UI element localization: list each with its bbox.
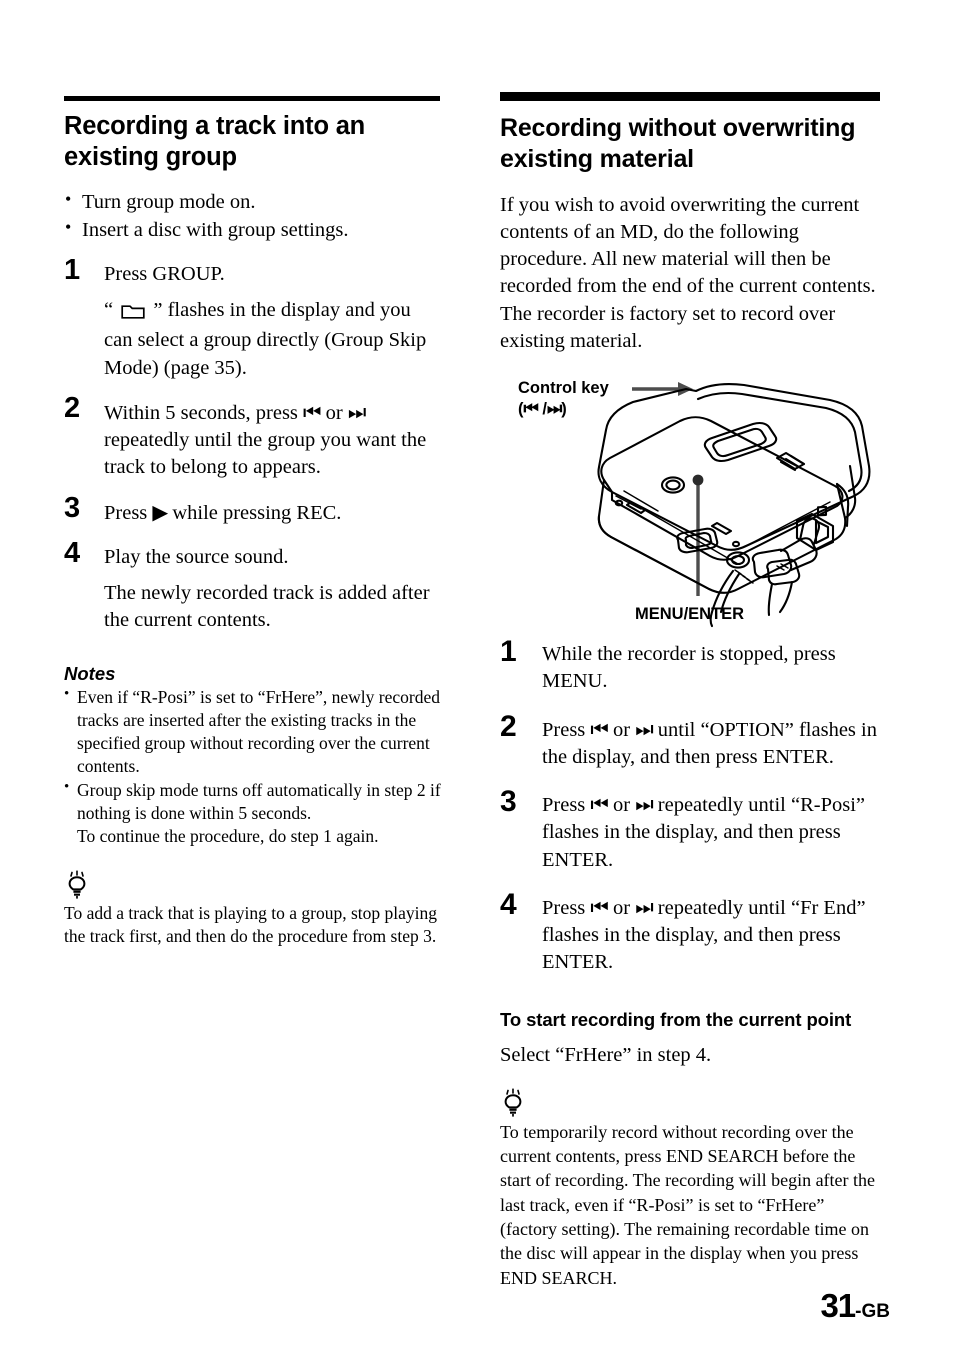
step-text-mid: or — [607, 718, 636, 741]
note-text: Group skip mode turns off automatically … — [77, 780, 441, 824]
note-text: Even if “R-Posi” is set to “FrHere”, new… — [77, 686, 441, 776]
step-1: 1 While the recorder is stopped, press M… — [500, 637, 880, 696]
next-track-icon: ⏭ — [635, 716, 653, 741]
step-text-pre: Press — [104, 501, 153, 524]
tip-text: To temporarily record without recording … — [500, 1121, 876, 1288]
step-4: 4 Play the source sound. The newly recor… — [64, 538, 442, 635]
next-track-icon: ⏭ — [635, 792, 653, 816]
step-1: 1 Press GROUP. “ ” flashes in the displa… — [64, 255, 442, 382]
step-number: 2 — [500, 709, 517, 743]
prev-track-icon: ⏮ — [303, 399, 321, 424]
list-item: Insert a disc with group settings. — [64, 215, 442, 244]
recorder-body — [597, 383, 871, 628]
right-subheading: To start recording from the current poin… — [500, 1008, 852, 1030]
page-number-suffix: -GB — [855, 1301, 890, 1322]
step-2: 2 Within 5 seconds, press ⏮ or ⏭ repeate… — [64, 393, 442, 482]
step-number: 4 — [64, 536, 81, 569]
note-item: Even if “R-Posi” is set to “FrHere”, new… — [64, 685, 442, 778]
left-section-heading: Recording a track into an existing group — [64, 112, 366, 172]
step-text-post: repeatedly until the group you want the … — [104, 429, 427, 479]
step-number: 1 — [64, 253, 81, 286]
section-rule-left — [64, 96, 440, 101]
next-track-icon: ⏭ — [635, 894, 653, 919]
recorder-line-drawing — [597, 382, 871, 628]
right-steps-list: 1 While the recorder is stopped, press M… — [500, 637, 880, 977]
step-number: 4 — [500, 887, 517, 921]
step-text-pre: Within 5 seconds, press — [104, 401, 304, 424]
folder-icon — [121, 302, 150, 324]
note-text-continued: To continue the procedure, do step 1 aga… — [77, 826, 379, 847]
prerequisite-list: Turn group mode on. Insert a disc with g… — [64, 187, 442, 244]
lightbulb-icon — [64, 870, 90, 900]
manual-page: Recording a track into an existing group… — [0, 0, 954, 1357]
open-quote: “ — [104, 299, 114, 322]
step-number: 1 — [500, 635, 517, 668]
md-recorder-figure: Control key (⏮ /⏭) MENU/ENTER — [500, 374, 890, 636]
step-2: 2 Press ⏮ or ⏭ until “OPTION” flashes in… — [500, 711, 880, 772]
step-text-mid: or — [607, 794, 636, 816]
step-3: 3 Press ⏮ or ⏭ repeatedly until “R-Posi”… — [500, 787, 880, 874]
step-number: 3 — [64, 491, 81, 524]
step-4: 4 Press ⏮ or ⏭ repeatedly until “Fr End”… — [500, 889, 880, 977]
step-text-post: while pressing REC. — [167, 501, 342, 524]
step-number: 2 — [64, 391, 81, 424]
right-intro-paragraph: If you wish to avoid overwriting the cur… — [500, 193, 876, 352]
step-1-detail: “ ” flashes in the display and you can s… — [104, 297, 442, 382]
prev-track-icon: ⏮ — [590, 894, 608, 919]
list-item: Turn group mode on. — [64, 187, 442, 216]
step-4-detail: The newly recorded track is added after … — [104, 582, 430, 632]
step-text-mid: or — [607, 896, 636, 919]
tip-block-right: To temporarily record without recording … — [500, 1088, 880, 1290]
note-item: Group skip mode turns off automatically … — [64, 778, 442, 848]
prev-track-icon: ⏮ — [590, 716, 608, 741]
step-text-pre: Press — [542, 718, 591, 741]
section-rule-right — [500, 92, 880, 101]
play-icon: ▶ — [152, 499, 168, 524]
step-text-pre: Press — [542, 794, 591, 816]
prev-track-icon: ⏮ — [590, 792, 608, 816]
step-text-pre: Press — [542, 896, 591, 919]
step-3: 3 Press ▶ while pressing REC. — [64, 493, 442, 527]
step-text: Play the source sound. — [104, 545, 289, 568]
lightbulb-icon — [500, 1088, 526, 1118]
right-sub-body: Select “FrHere” in step 4. — [500, 1043, 712, 1066]
page-folio: 31-GB — [820, 1287, 890, 1325]
step-text: Press GROUP. — [104, 262, 225, 285]
next-track-icon: ⏭ — [347, 399, 366, 424]
step-number: 3 — [500, 785, 517, 818]
right-column: Recording without overwriting existing m… — [500, 0, 880, 1290]
notes-heading: Notes — [64, 662, 116, 684]
page-number: 31 — [820, 1287, 856, 1324]
step-1-detail-text: ” flashes in the display and you can sel… — [104, 299, 427, 379]
tip-block-left: To add a track that is playing to a grou… — [64, 870, 442, 948]
left-column: Recording a track into an existing group… — [64, 0, 442, 948]
right-section-heading: Recording without overwriting existing m… — [500, 114, 856, 173]
tip-text: To add a track that is playing to a grou… — [64, 903, 438, 947]
notes-list: Even if “R-Posi” is set to “FrHere”, new… — [64, 685, 442, 849]
step-text: While the recorder is stopped, press MEN… — [542, 643, 836, 693]
left-steps-list: 1 Press GROUP. “ ” flashes in the displa… — [64, 255, 442, 635]
step-text-mid: or — [320, 401, 348, 424]
